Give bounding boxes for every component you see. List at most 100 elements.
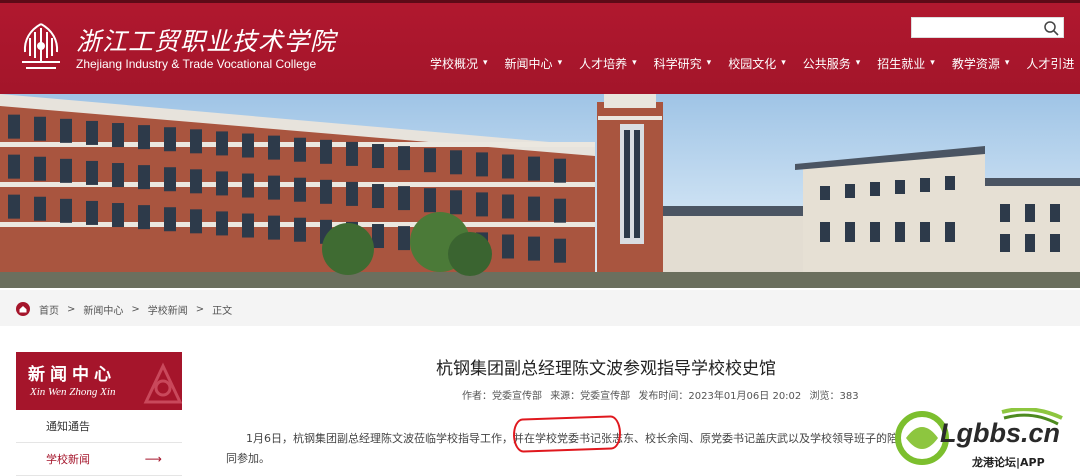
sidebar-item[interactable]: 通知通告 — [16, 410, 182, 443]
search-icon[interactable] — [1043, 20, 1060, 37]
breadcrumb-link[interactable]: 正文 — [212, 302, 232, 317]
building-window — [346, 181, 358, 206]
building-window — [372, 184, 384, 209]
building-window — [528, 156, 540, 181]
nav-item-label: 招生就业 — [877, 56, 926, 71]
breadcrumb-link[interactable]: 新闻中心 — [83, 302, 123, 317]
main-nav: 学校概况 ▾ 新闻中心 ▾ 人才培养 ▾ 科学研究 ▾ 校园文化 ▾ 公共服务 ▾ 招生就业 ▾ 教学资源 ▾… — [430, 53, 1080, 73]
building-window — [554, 198, 566, 223]
building-window — [190, 129, 202, 154]
building-window — [398, 186, 410, 211]
campus-building-illustration — [0, 94, 1080, 288]
chevron-down-icon: ▾ — [855, 58, 861, 68]
building-window — [424, 188, 436, 213]
building-window — [138, 165, 150, 190]
watermark-subtext: 龙港论坛|APP — [972, 456, 1045, 469]
building-window — [216, 131, 228, 156]
building-window — [86, 120, 98, 145]
watermark-text: Lgbbs.cn — [940, 418, 1060, 448]
building-window — [242, 213, 254, 238]
sidebar-item[interactable]: 学校新闻 ⟶ — [16, 443, 182, 476]
building-window — [294, 137, 306, 162]
building-window — [372, 224, 384, 249]
nav-item-label: 人才引进 — [1026, 56, 1075, 71]
article-views: 浏览：383 — [809, 391, 859, 402]
building-window — [528, 236, 540, 261]
building-window — [502, 234, 514, 259]
home-icon[interactable] — [16, 302, 30, 316]
nav-item[interactable]: 学校概况 ▾ — [430, 53, 488, 73]
nav-item[interactable]: 新闻中心 ▾ — [505, 53, 563, 73]
building-window — [216, 211, 228, 236]
building-window — [190, 209, 202, 234]
building-window — [476, 152, 488, 177]
nav-item[interactable]: 人才培养 ▾ — [579, 53, 637, 73]
nav-item[interactable]: 教学资源 ▾ — [952, 53, 1010, 73]
article-time: 发布时间：2023年01月06日 20:02 — [638, 391, 802, 402]
sidebar-title-pinyin: Xin Wen Zhong Xin — [30, 386, 116, 398]
article-meta: 作者：党委宣传部 来源：党委宣传部 发布时间：2023年01月06日 20:02… — [462, 387, 864, 402]
chevron-down-icon: ▾ — [632, 58, 637, 68]
breadcrumb-separator: > — [67, 304, 76, 315]
sidebar-menu: 通知通告学校新闻 ⟶ — [16, 410, 182, 476]
nav-item[interactable]: 公共服务 ▾ — [803, 53, 861, 73]
building-window — [164, 207, 176, 232]
building-window — [164, 127, 176, 152]
building-window — [502, 154, 514, 179]
building-window — [268, 175, 280, 200]
building-window — [216, 171, 228, 196]
building-window — [294, 217, 306, 242]
article-body-line: 同参加。 — [226, 452, 270, 465]
chevron-down-icon: ▾ — [557, 58, 563, 68]
sidebar-item-label: 学校新闻 — [46, 453, 90, 466]
breadcrumb-bar: 首页 > 新闻中心 > 学校新闻 > 正文 — [0, 290, 1080, 326]
nav-item-label: 校园文化 — [728, 56, 777, 71]
nav-item-label: 学校概况 — [430, 56, 479, 71]
nav-item-label: 公共服务 — [802, 56, 851, 71]
breadcrumb: 首页 > 新闻中心 > 学校新闻 > 正文 — [39, 302, 240, 317]
college-name-cn[interactable]: 浙江工贸职业技术学院 — [76, 22, 336, 58]
building-window — [164, 167, 176, 192]
building-window — [138, 205, 150, 230]
chevron-down-icon: ▾ — [483, 58, 488, 68]
nav-item-label: 科学研究 — [653, 56, 702, 71]
building-window — [86, 200, 98, 225]
building-window — [190, 169, 202, 194]
search-box — [911, 17, 1064, 38]
nav-item[interactable]: 人才引进 — [1026, 53, 1074, 73]
building-window — [60, 118, 72, 143]
building-window — [554, 158, 566, 183]
highlight-circle-annotation — [512, 415, 622, 453]
breadcrumb-link[interactable]: 学校新闻 — [148, 302, 188, 317]
building-window — [112, 203, 124, 228]
nav-item[interactable]: 招生就业 ▾ — [877, 53, 935, 73]
chevron-down-icon: ▾ — [706, 58, 712, 68]
building-window — [60, 158, 72, 183]
building-window — [450, 150, 462, 175]
building-window — [86, 160, 98, 185]
nav-item[interactable]: 校园文化 ▾ — [728, 53, 786, 73]
arrow-right-icon: ⟶ — [144, 452, 162, 466]
building-window — [242, 133, 254, 158]
building-window — [476, 192, 488, 217]
article-author: 作者：党委宣传部 — [462, 391, 542, 402]
chevron-down-icon: ▾ — [930, 58, 935, 68]
building-window — [268, 215, 280, 240]
building-window — [554, 238, 566, 263]
building-window — [424, 148, 436, 173]
header-top-stripe — [0, 0, 1080, 3]
building-window — [112, 163, 124, 188]
building-window — [294, 177, 306, 202]
nav-item[interactable]: 科学研究 ▾ — [654, 53, 712, 73]
search-input[interactable] — [912, 18, 1040, 37]
college-logo-icon[interactable] — [16, 18, 66, 76]
building-window — [8, 154, 20, 179]
chevron-down-icon: ▾ — [781, 58, 786, 68]
building-window — [346, 141, 358, 166]
building-window — [372, 144, 384, 169]
building-window — [398, 226, 410, 251]
breadcrumb-link[interactable]: 首页 — [39, 302, 59, 317]
nav-item-label: 新闻中心 — [504, 56, 553, 71]
building-window — [112, 123, 124, 148]
building-window — [320, 179, 332, 204]
